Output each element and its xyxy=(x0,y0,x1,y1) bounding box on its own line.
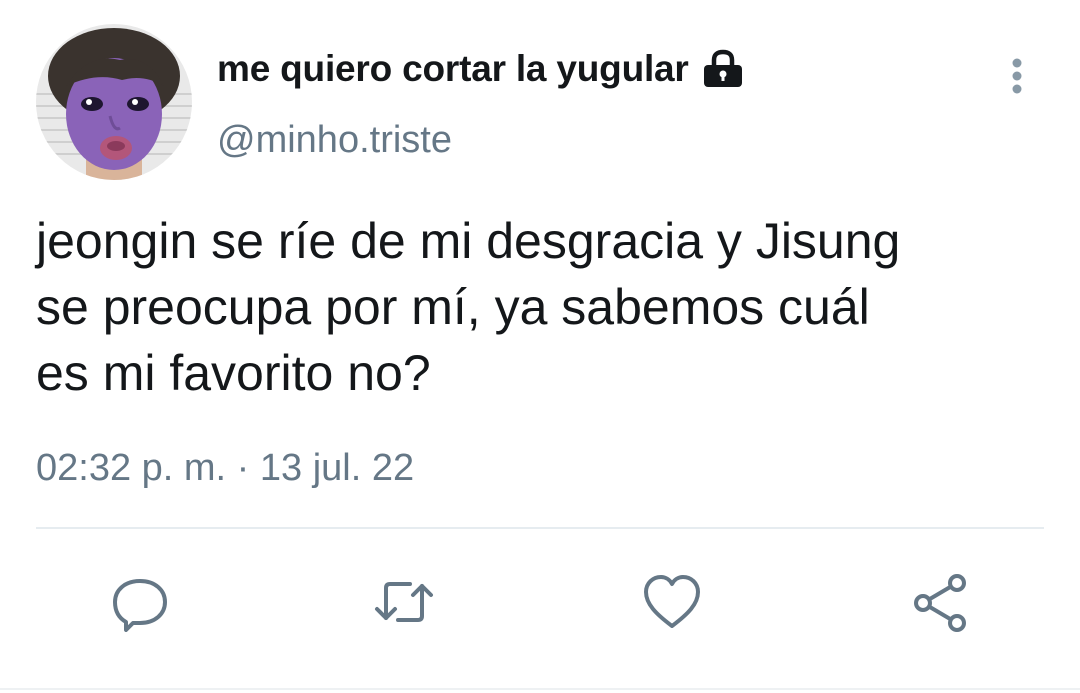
retweet-button[interactable] xyxy=(372,570,436,634)
divider xyxy=(36,527,1044,529)
bottom-divider xyxy=(0,688,1080,690)
lock-icon xyxy=(701,49,745,89)
display-name-text: me quiero cortar la yugular xyxy=(217,48,689,89)
heart-icon xyxy=(644,575,700,628)
reply-icon xyxy=(113,579,167,632)
like-button[interactable] xyxy=(640,570,704,634)
tweet-text-line: jeongin se ríe de mi desgracia y Jisung xyxy=(36,213,901,269)
display-name[interactable]: me quiero cortar la yugular xyxy=(217,48,745,90)
avatar-image xyxy=(36,24,192,180)
tweet-timestamp[interactable]: 02:32 p. m. · 13 jul. 22 xyxy=(36,447,414,490)
tweet-text-line: se preocupa por mí, ya sabemos cuál xyxy=(36,279,870,335)
more-vertical-icon[interactable] xyxy=(1000,56,1034,96)
share-icon xyxy=(914,574,966,632)
tweet-text-line: es mi favorito no? xyxy=(36,345,431,401)
tweet-card: me quiero cortar la yugular @minho.trist… xyxy=(0,0,1080,693)
avatar[interactable] xyxy=(36,24,192,180)
tweet-text: jeongin se ríe de mi desgracia y Jisung … xyxy=(36,208,1046,406)
share-button[interactable] xyxy=(908,570,972,634)
user-handle[interactable]: @minho.triste xyxy=(217,119,452,162)
retweet-icon xyxy=(375,582,433,622)
reply-button[interactable] xyxy=(108,570,172,634)
